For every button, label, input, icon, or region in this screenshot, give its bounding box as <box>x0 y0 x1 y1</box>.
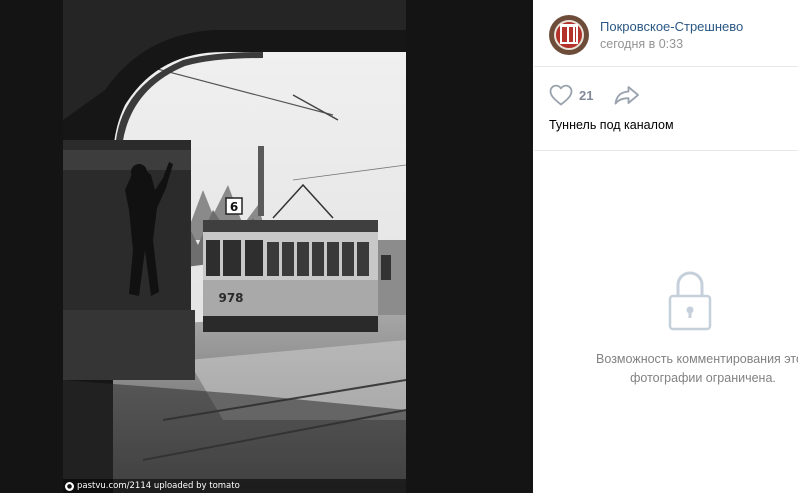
photo-caption: Туннель под каналом <box>549 118 674 132</box>
share-icon <box>615 86 640 105</box>
photo-sidebar: Покровское-Стрешнево сегодня в 0:33 21 Т… <box>534 0 798 493</box>
tram-route: 6 <box>230 200 238 214</box>
comments-blocked-line-1: Возможность комментирования этой <box>596 352 798 366</box>
post-actions: 21 <box>549 84 640 106</box>
post-header: Покровское-Стрешнево сегодня в 0:33 <box>549 14 743 56</box>
divider <box>534 150 798 151</box>
avatar[interactable] <box>549 15 589 55</box>
like-count: 21 <box>579 87 594 103</box>
credit-icon: ● <box>65 481 74 491</box>
photo[interactable]: 6 978 ● pastvu.com/2114 uploaded by toma… <box>63 0 406 493</box>
lock-icon <box>668 271 712 331</box>
comments-blocked-text: Возможность комментирования этой фотогра… <box>573 350 798 388</box>
author-block: Покровское-Стрешнево сегодня в 0:33 <box>600 18 743 53</box>
heart-icon <box>549 84 573 106</box>
credit-text: pastvu.com/2114 uploaded by tomato <box>77 481 240 491</box>
post-time[interactable]: сегодня в 0:33 <box>600 35 743 53</box>
photo-content: 6 978 <box>63 0 406 493</box>
tram-number: 978 <box>218 291 243 305</box>
photo-viewer: 6 978 ● pastvu.com/2114 uploaded by toma… <box>0 0 533 493</box>
photo-credit[interactable]: ● pastvu.com/2114 uploaded by tomato <box>63 479 406 493</box>
author-name[interactable]: Покровское-Стрешнево <box>600 18 743 35</box>
like-button[interactable]: 21 <box>549 84 593 106</box>
comments-blocked-line-2: фотографии ограничена. <box>630 371 776 385</box>
share-button[interactable] <box>614 85 640 105</box>
divider <box>534 66 798 67</box>
avatar-monogram <box>560 24 578 44</box>
